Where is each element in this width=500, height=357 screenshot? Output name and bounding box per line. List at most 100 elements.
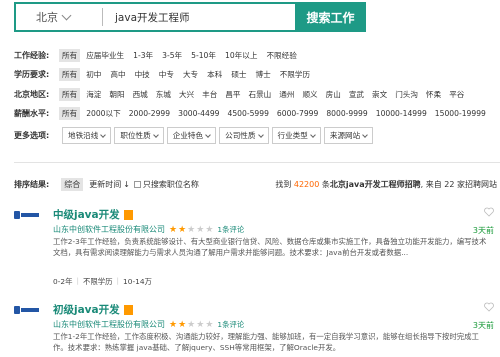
filter-option[interactable]: 西城 [133,89,148,100]
filter-option[interactable]: 门头沟 [395,89,418,100]
filter-option[interactable]: 3-5年 [162,50,182,61]
filter-option[interactable]: 8000-9999 [326,109,367,118]
company-name[interactable]: 山东中创软件工程股份有限公司 [53,224,165,235]
heart-icon[interactable] [484,302,494,312]
sort-update-time[interactable]: 更新时间 ↓ [89,179,130,190]
sort-bar: 排序结果: 综合 更新时间 ↓ 只搜索职位名称 找到 42200 条北京java… [14,176,500,192]
filter-option[interactable]: 顺义 [302,89,317,100]
filter-option[interactable]: 5-10年 [191,50,216,61]
job-education: 不限学历 [82,277,113,286]
section-divider [14,162,500,163]
filter-option[interactable]: 所有 [59,87,81,101]
job-title[interactable]: 初级java开发 [53,302,133,317]
star-icon: ★ [196,224,205,235]
filter-option[interactable]: 1-3年 [133,50,153,61]
dropdown-source-site[interactable]: 来源网站 [323,127,374,144]
filter-option[interactable]: 怀柔 [426,89,441,100]
filter-option[interactable]: 6000-7999 [277,109,318,118]
filter-option[interactable]: 大专 [183,69,198,80]
filter-option[interactable]: 2000以下 [86,108,121,119]
filter-option[interactable]: 昌平 [225,89,240,100]
filter-option[interactable]: 石景山 [249,89,272,100]
filter-option[interactable]: 高中 [110,69,125,80]
dropdown-label: 地铁沿线 [68,131,99,140]
filter-option[interactable]: 大兴 [179,89,194,100]
review-count[interactable]: 1条评论 [217,319,244,330]
city-selector[interactable]: 北京 [16,9,90,25]
dropdown-company-feature[interactable]: 企业特色 [166,127,217,144]
sort-label: 排序结果: [14,179,50,189]
filter-option[interactable]: 中技 [135,69,150,80]
filter-option[interactable]: 朝阳 [109,89,124,100]
filter-option[interactable]: 通州 [279,89,294,100]
posted-days: 3天前 [472,226,494,235]
city-label: 北京 [36,11,58,24]
filter-option[interactable]: 所有 [59,106,81,120]
filter-education: 学历要求: 所有 初中 高中 中技 中专 大专 本科 硕士 博士 不限学历 [14,67,319,81]
filter-option[interactable]: 所有 [59,67,81,81]
filter-option[interactable]: 中专 [159,69,174,80]
filter-option[interactable]: 本科 [207,69,222,80]
more-options: 更多选项: 地铁沿线 职位性质 企业特色 公司性质 行业类型 来源网站 [14,127,376,144]
star-icon: ★ [187,319,196,330]
filter-option[interactable]: 海淀 [86,89,101,100]
filter-option[interactable]: 东城 [156,89,171,100]
dropdown-label: 行业类型 [277,131,308,140]
rating-stars: ★ ★ ★ ★ ★ [169,225,213,235]
only-title-label: 只搜索职位名称 [142,179,199,189]
filter-district: 北京地区: 所有 海淀 朝阳 西城 东城 大兴 丰台 昌平 石景山 通州 顺义 … [14,87,464,101]
filter-option[interactable]: 不限学历 [280,69,310,80]
filter-option[interactable]: 不限经验 [266,50,296,61]
job-title-text: 初级java开发 [53,304,120,316]
dropdown-job-type[interactable]: 职位性质 [114,127,164,144]
result-suffix: , 来自 22 家招聘网站 [420,179,497,189]
filter-option[interactable]: 4500-5999 [228,109,269,118]
rating-stars: ★ ★ ★ ★ ★ [169,320,213,330]
filter-option[interactable]: 2000-2999 [129,109,170,118]
only-title-checkbox[interactable] [133,180,141,188]
posted-days: 3天前 [472,321,494,330]
chevron-down-icon [205,131,211,138]
filter-salary: 薪酬水平: 所有 2000以下 2000-2999 3000-4499 4500… [14,106,486,120]
dropdown-label: 公司性质 [225,131,256,140]
star-icon: ★ [187,224,196,235]
search-input[interactable]: java开发工程师 [115,10,190,25]
arrow-down-icon: ↓ [123,179,130,189]
filter-option[interactable]: 应届毕业生 [86,50,124,61]
search-divider [102,8,103,26]
meta-divider: | [76,276,79,285]
heart-icon[interactable] [484,207,494,217]
company-row: 山东中创软件工程股份有限公司 ★ ★ ★ ★ ★ 1条评论 [53,319,244,330]
filter-option[interactable]: 宣武 [349,89,364,100]
filter-option[interactable]: 10000-14999 [376,109,427,118]
review-count[interactable]: 1条评论 [217,224,244,235]
chevron-down-icon [100,131,107,138]
chevron-down-icon [362,131,369,138]
dropdown-industry[interactable]: 行业类型 [271,127,321,144]
chevron-down-icon [61,10,72,20]
filter-option[interactable]: 15000-19999 [435,109,486,118]
filter-option[interactable]: 平谷 [449,89,464,100]
filter-label: 学历要求: [14,69,50,79]
star-icon: ★ [178,224,187,235]
filter-option[interactable]: 崇文 [372,89,387,100]
filter-option[interactable]: 所有 [59,48,81,62]
result-prefix: 找到 [275,179,292,189]
filter-option[interactable]: 博士 [256,69,271,80]
filter-option[interactable]: 初中 [86,69,101,80]
job-meta: 0-2年 | 不限学历 | 10-14万 [53,276,152,287]
filter-option[interactable]: 3000-4499 [178,109,219,118]
filter-option[interactable]: 10年以上 [225,50,257,61]
job-experience: 0-2年 [53,277,73,286]
sort-comprehensive[interactable]: 综合 [61,177,84,191]
meta-divider: | [116,276,120,285]
search-button[interactable]: 搜索工作 [295,2,366,32]
dropdown-subway[interactable]: 地铁沿线 [62,127,112,144]
filter-experience: 工作经验: 所有 应届毕业生 1-3年 3-5年 5-10年 10年以上 不限经… [14,48,306,62]
job-title[interactable]: 中级java开发 [53,207,133,222]
company-name[interactable]: 山东中创软件工程股份有限公司 [53,319,165,330]
filter-option[interactable]: 硕士 [231,69,246,80]
dropdown-company-nature[interactable]: 公司性质 [219,127,269,144]
filter-option[interactable]: 丰台 [202,89,217,100]
filter-option[interactable]: 房山 [326,89,341,100]
